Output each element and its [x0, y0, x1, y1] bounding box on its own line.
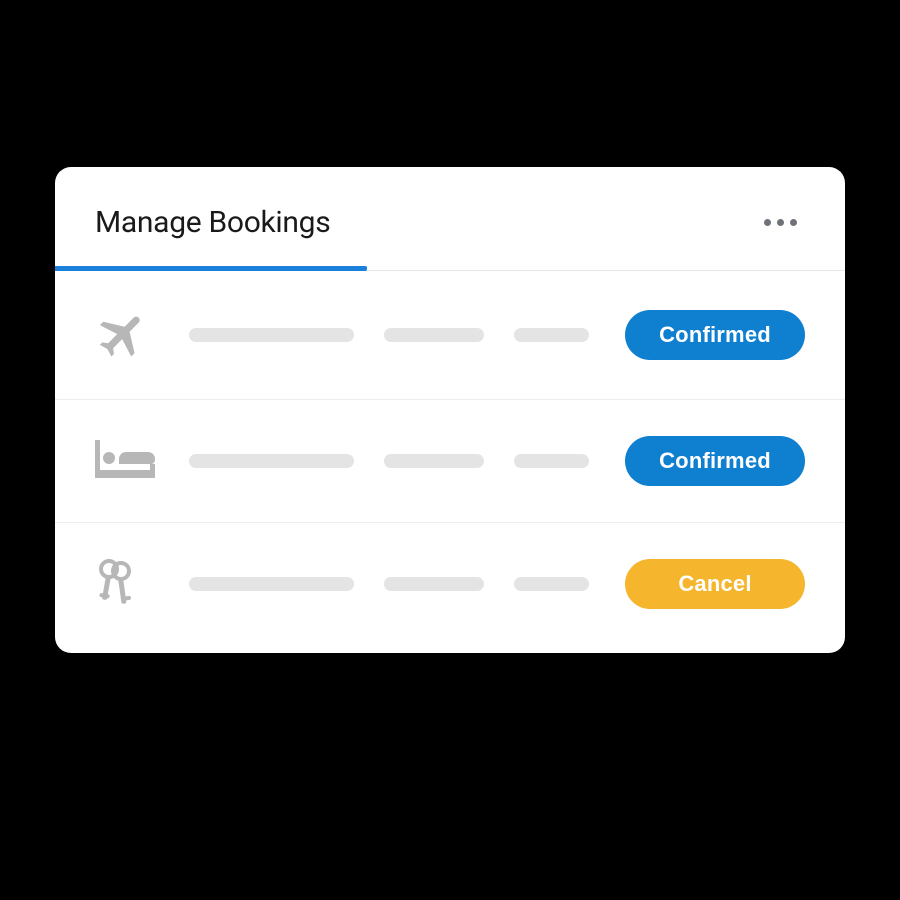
more-options-button[interactable] [756, 211, 805, 234]
text-placeholder [384, 577, 484, 591]
text-placeholder [514, 577, 589, 591]
more-dots-icon [777, 219, 784, 226]
bookings-card: Manage Bookings Confirmed [55, 167, 845, 653]
text-placeholder [189, 454, 354, 468]
more-dots-icon [790, 219, 797, 226]
booking-row-car[interactable]: Cancel [55, 523, 845, 653]
booking-row-hotel[interactable]: Confirmed [55, 400, 845, 523]
card-title: Manage Bookings [95, 205, 330, 240]
airplane-icon [95, 307, 159, 363]
booking-details-placeholder [189, 454, 595, 468]
active-tab-indicator [55, 266, 367, 271]
card-header: Manage Bookings [55, 167, 845, 266]
booking-details-placeholder [189, 577, 595, 591]
status-button-cancel[interactable]: Cancel [625, 559, 805, 609]
text-placeholder [189, 577, 354, 591]
more-dots-icon [764, 219, 771, 226]
booking-row-flight[interactable]: Confirmed [55, 271, 845, 400]
text-placeholder [514, 454, 589, 468]
text-placeholder [189, 328, 354, 342]
text-placeholder [384, 328, 484, 342]
text-placeholder [514, 328, 589, 342]
bed-icon [95, 440, 159, 482]
car-keys-icon [95, 559, 159, 609]
text-placeholder [384, 454, 484, 468]
tab-bar [55, 266, 845, 271]
status-button-confirmed[interactable]: Confirmed [625, 436, 805, 486]
booking-details-placeholder [189, 328, 595, 342]
status-button-confirmed[interactable]: Confirmed [625, 310, 805, 360]
